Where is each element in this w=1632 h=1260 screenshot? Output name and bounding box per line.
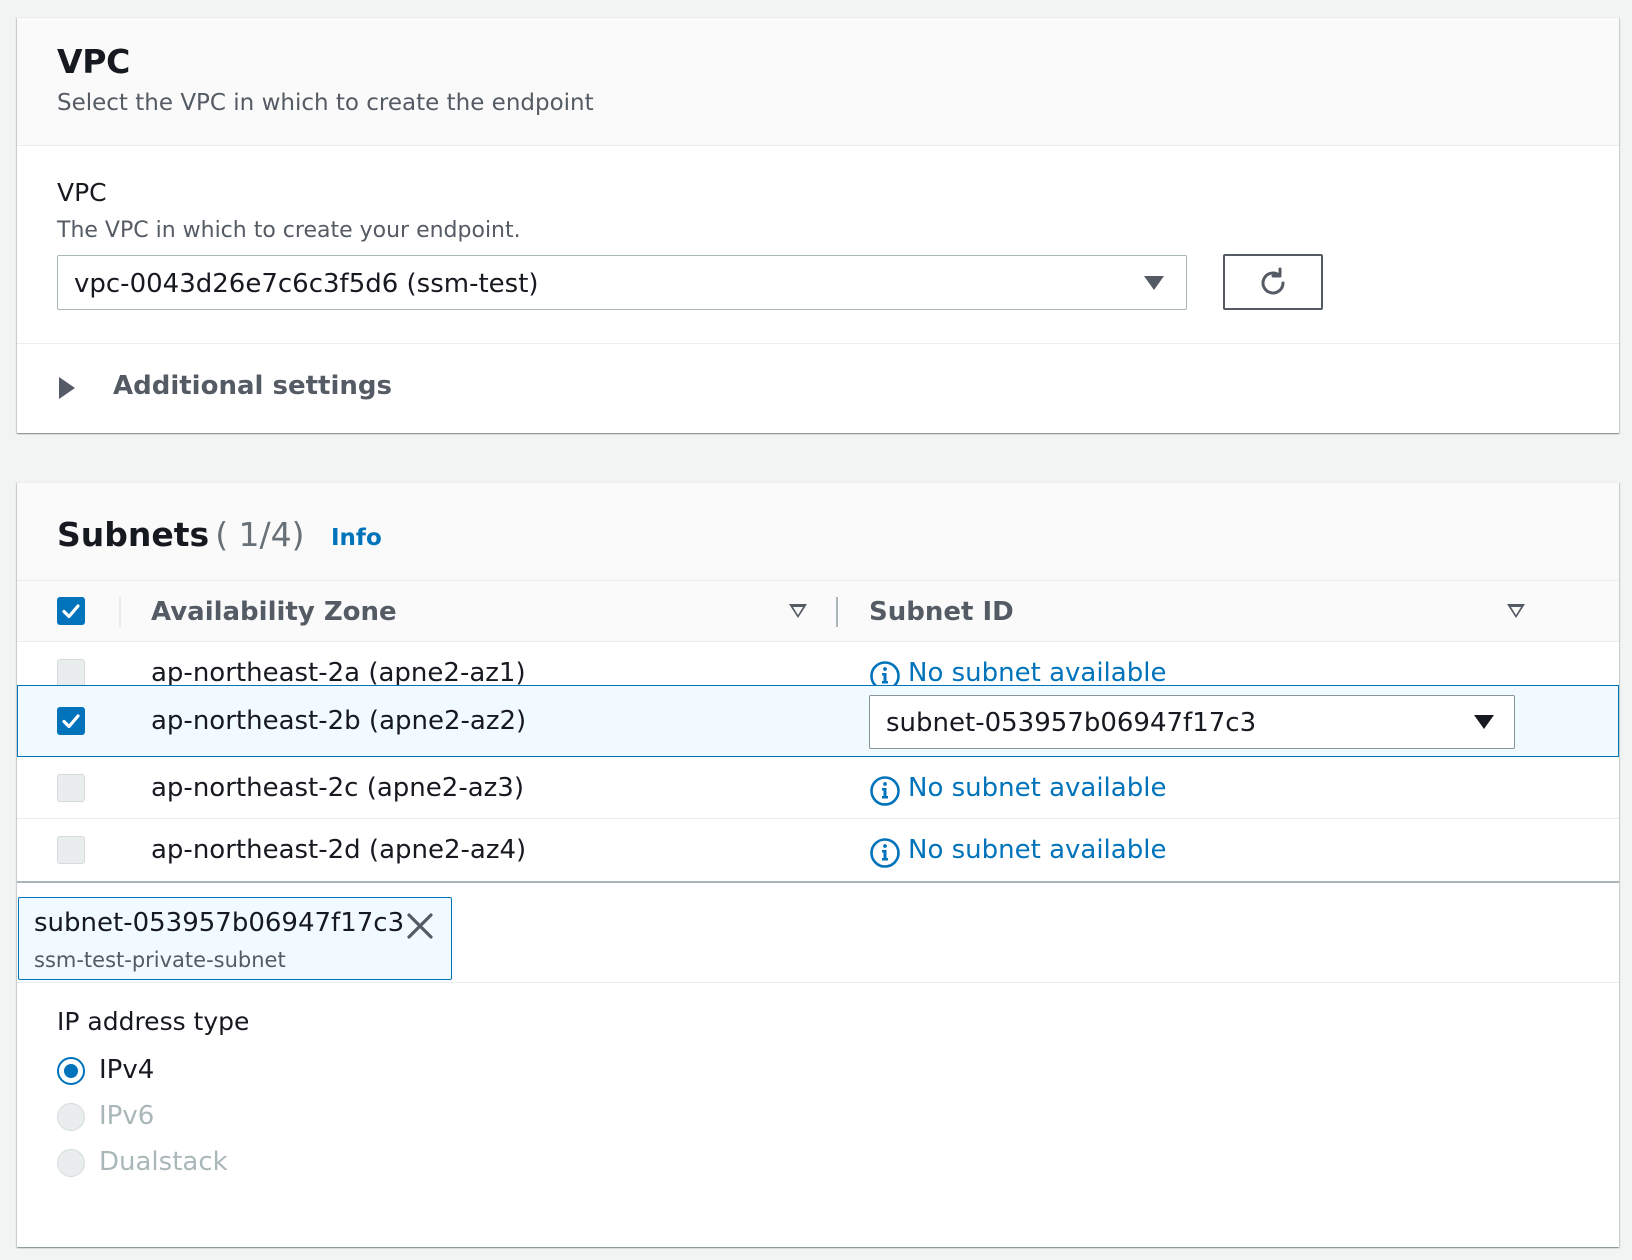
column-header-subnet-id[interactable]: Subnet ID bbox=[869, 597, 1014, 627]
radio-label: Dualstack bbox=[99, 1147, 228, 1177]
ip-address-type-label: IP address type bbox=[57, 1007, 250, 1036]
table-header: Availability Zone Subnet ID bbox=[17, 581, 1619, 642]
column-header-availability-zone[interactable]: Availability Zone bbox=[151, 597, 397, 627]
radio-button-selected[interactable] bbox=[57, 1057, 85, 1085]
vpc-panel-header: VPC Select the VPC in which to create th… bbox=[17, 18, 1619, 146]
caret-right-icon bbox=[59, 377, 75, 399]
table-bottom-border bbox=[17, 881, 1619, 883]
vpc-select[interactable]: vpc-0043d26e7c6c3f5d6 (ssm-test) bbox=[57, 255, 1187, 310]
radio-button-disabled bbox=[57, 1149, 85, 1177]
vpc-panel-title: VPC bbox=[57, 42, 131, 81]
subnets-title: Subnets( 1/4) bbox=[57, 515, 305, 554]
vpc-field-description: The VPC in which to create your endpoint… bbox=[57, 218, 521, 243]
token-subnet-id: subnet-053957b06947f17c3 bbox=[34, 908, 405, 938]
availability-zone-cell: ap-northeast-2d (apne2-az4) bbox=[151, 835, 527, 865]
additional-settings-label: Additional settings bbox=[113, 371, 392, 401]
check-icon bbox=[62, 714, 80, 729]
close-icon bbox=[407, 913, 433, 939]
caret-down-icon bbox=[1144, 276, 1164, 290]
subnets-title-text: Subnets bbox=[57, 515, 210, 554]
subnets-count: ( 1/4) bbox=[215, 515, 305, 554]
table-row[interactable]: ap-northeast-2d (apne2-az4) No subnet av… bbox=[17, 819, 1619, 881]
sort-caret-icon[interactable] bbox=[1507, 604, 1525, 618]
info-link[interactable]: Info bbox=[331, 525, 382, 551]
row-checkbox[interactable] bbox=[57, 707, 85, 735]
table-row-selected[interactable]: ap-northeast-2b (apne2-az2) subnet-05395… bbox=[17, 685, 1619, 757]
column-separator[interactable] bbox=[836, 597, 838, 627]
divider bbox=[17, 982, 1619, 983]
availability-zone-cell: ap-northeast-2a (apne2-az1) bbox=[151, 658, 526, 688]
radio-button-disabled bbox=[57, 1103, 85, 1131]
subnet-select[interactable]: subnet-053957b06947f17c3 bbox=[869, 695, 1515, 749]
caret-down-icon bbox=[1474, 715, 1494, 729]
subnets-panel: Subnets( 1/4) Info Availability Zone Sub… bbox=[17, 482, 1619, 1247]
info-icon bbox=[870, 838, 900, 868]
sort-caret-icon[interactable] bbox=[789, 604, 807, 618]
no-subnet-text: No subnet available bbox=[908, 835, 1167, 865]
column-separator bbox=[119, 597, 121, 627]
refresh-icon bbox=[1261, 267, 1285, 295]
vpc-select-value: vpc-0043d26e7c6c3f5d6 (ssm-test) bbox=[74, 269, 539, 299]
subnet-select-value: subnet-053957b06947f17c3 bbox=[886, 708, 1257, 738]
row-checkbox[interactable] bbox=[57, 659, 85, 687]
select-all-checkbox[interactable] bbox=[57, 597, 85, 625]
divider bbox=[17, 343, 1619, 344]
no-subnet-text: No subnet available bbox=[908, 773, 1167, 803]
token-subnet-name: ssm-test-private-subnet bbox=[34, 948, 286, 972]
vpc-panel: VPC Select the VPC in which to create th… bbox=[17, 17, 1619, 433]
subnets-panel-header: Subnets( 1/4) Info bbox=[17, 483, 1619, 581]
info-icon bbox=[870, 776, 900, 806]
vpc-field-label: VPC bbox=[57, 178, 107, 207]
row-checkbox[interactable] bbox=[57, 774, 85, 802]
check-icon bbox=[62, 604, 80, 619]
selected-subnet-token: subnet-053957b06947f17c3 ssm-test-privat… bbox=[18, 897, 452, 980]
radio-label: IPv4 bbox=[99, 1055, 155, 1085]
refresh-button[interactable] bbox=[1223, 254, 1323, 310]
remove-token-button[interactable] bbox=[403, 909, 437, 943]
vpc-panel-description: Select the VPC in which to create the en… bbox=[57, 90, 594, 116]
table-row[interactable]: ap-northeast-2c (apne2-az3) No subnet av… bbox=[17, 757, 1619, 819]
availability-zone-cell: ap-northeast-2c (apne2-az3) bbox=[151, 773, 524, 803]
row-checkbox[interactable] bbox=[57, 836, 85, 864]
no-subnet-text: No subnet available bbox=[908, 658, 1167, 688]
availability-zone-cell: ap-northeast-2b (apne2-az2) bbox=[151, 706, 527, 736]
radio-label: IPv6 bbox=[99, 1101, 155, 1131]
